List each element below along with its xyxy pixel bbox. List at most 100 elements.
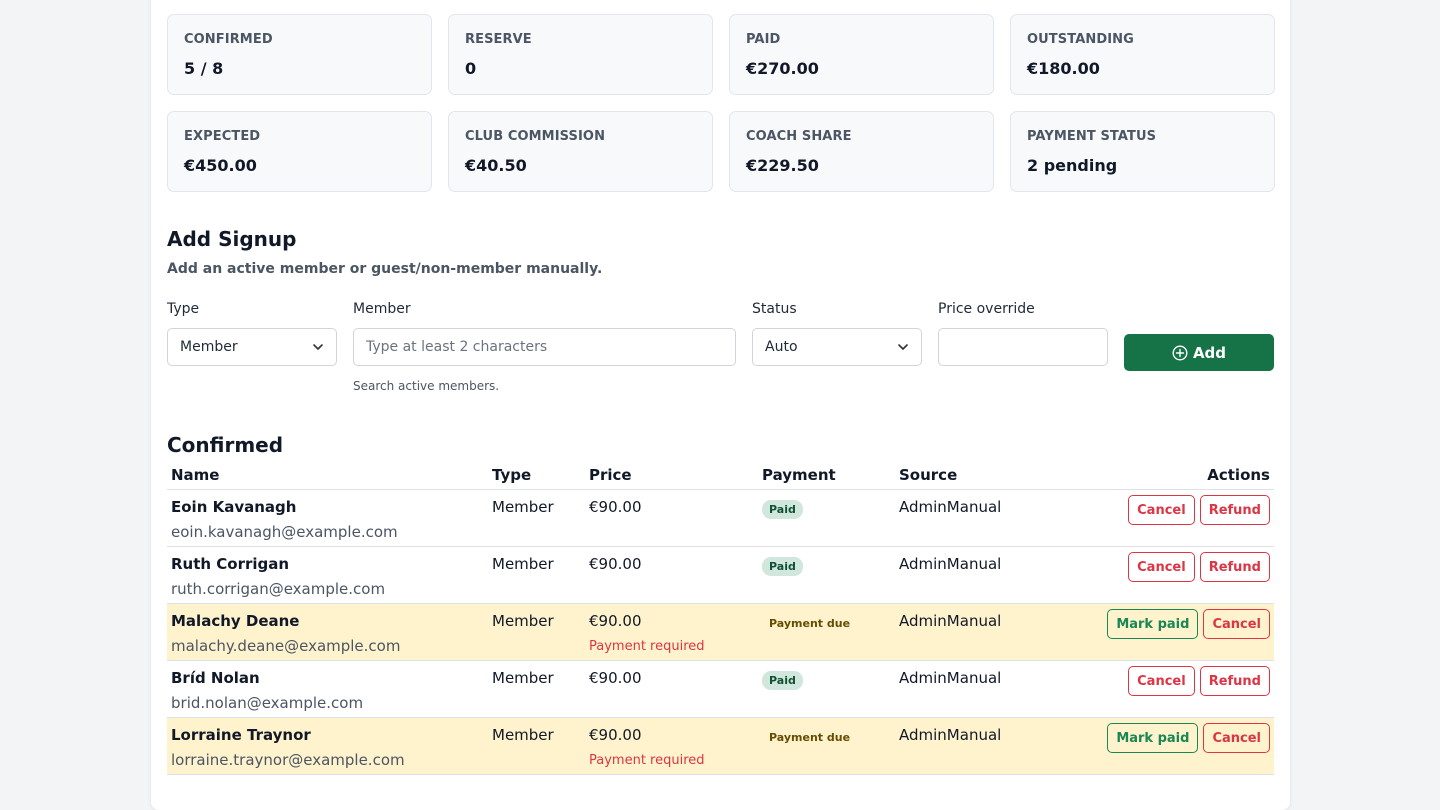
add-signup-subtitle: Add an active member or guest/non-member… xyxy=(167,261,603,277)
refund-button[interactable]: Refund xyxy=(1199,495,1270,525)
signup-email: malachy.deane@example.com xyxy=(171,637,401,655)
signup-price: €90.00 xyxy=(589,669,642,687)
chevron-down-icon xyxy=(313,344,323,350)
signup-name: Eoin Kavanagh xyxy=(171,498,297,516)
stat-value: 0 xyxy=(465,59,477,78)
stat-label: CONFIRMED xyxy=(184,32,273,47)
stat-value: €40.50 xyxy=(465,156,527,175)
cancel-button[interactable]: Cancel xyxy=(1128,495,1195,525)
stat-coach-share: COACH SHARE €229.50 xyxy=(729,111,994,192)
cancel-button[interactable]: Cancel xyxy=(1203,609,1270,639)
refund-button[interactable]: Refund xyxy=(1199,552,1270,582)
stat-label: CLUB COMMISSION xyxy=(465,129,606,144)
signup-source: AdminManual xyxy=(899,726,1002,744)
cancel-button[interactable]: Cancel xyxy=(1203,723,1270,753)
stat-label: PAYMENT STATUS xyxy=(1027,129,1157,144)
payment-required-note: Payment required xyxy=(589,639,705,654)
signup-panel: CONFIRMED 5 / 8 RESERVE 0 PAID €270.00 O… xyxy=(151,0,1290,810)
signup-type: Member xyxy=(492,612,554,630)
stat-club-commission: CLUB COMMISSION €40.50 xyxy=(448,111,713,192)
payment-badge: Payment due xyxy=(769,617,851,630)
refund-button[interactable]: Refund xyxy=(1199,666,1270,696)
chevron-down-icon xyxy=(898,344,908,350)
payment-badge: Paid xyxy=(762,671,803,690)
add-button-label: Add xyxy=(1192,343,1227,362)
col-source: Source xyxy=(899,466,958,484)
signup-email: ruth.corrigan@example.com xyxy=(171,580,386,598)
status-select[interactable]: Auto xyxy=(752,328,922,366)
col-name: Name xyxy=(171,466,220,484)
col-price: Price xyxy=(589,466,632,484)
signup-type: Member xyxy=(492,726,554,744)
signup-type: Member xyxy=(492,498,554,516)
stat-value: 5 / 8 xyxy=(184,59,224,78)
type-select[interactable]: Member xyxy=(167,328,337,366)
signup-type: Member xyxy=(492,555,554,573)
col-actions: Actions xyxy=(1207,466,1270,484)
signup-source: AdminManual xyxy=(899,669,1002,687)
payment-badge: Paid xyxy=(762,557,803,576)
confirmed-title: Confirmed xyxy=(167,433,284,457)
stat-label: OUTSTANDING xyxy=(1027,32,1134,47)
stat-label: EXPECTED xyxy=(184,129,261,144)
stat-paid: PAID €270.00 xyxy=(729,14,994,95)
price-override-label: Price override xyxy=(938,301,1035,317)
payment-badge: Payment due xyxy=(769,731,851,744)
signup-type: Member xyxy=(492,669,554,687)
table-row: Eoin Kavanagh eoin.kavanagh@example.com … xyxy=(167,490,1274,547)
signup-source: AdminManual xyxy=(899,498,1002,516)
stat-value: €450.00 xyxy=(184,156,257,175)
mark-paid-button[interactable]: Mark paid xyxy=(1107,723,1199,753)
cancel-button[interactable]: Cancel xyxy=(1128,552,1195,582)
payment-required-note: Payment required xyxy=(589,753,705,768)
payment-badge: Paid xyxy=(762,500,803,519)
col-type: Type xyxy=(492,466,532,484)
signup-name: Bríd Nolan xyxy=(171,669,260,687)
stat-outstanding: OUTSTANDING €180.00 xyxy=(1010,14,1275,95)
confirmed-table: Name Type Price Payment Source Actions E… xyxy=(167,464,1274,775)
row-actions: Cancel Refund xyxy=(1128,666,1270,696)
mark-paid-button[interactable]: Mark paid xyxy=(1107,609,1199,639)
member-search-input[interactable] xyxy=(353,328,736,366)
add-signup-title: Add Signup xyxy=(167,227,297,251)
cancel-button[interactable]: Cancel xyxy=(1128,666,1195,696)
signup-email: eoin.kavanagh@example.com xyxy=(171,523,398,541)
add-signup-button[interactable]: Add xyxy=(1124,334,1274,371)
status-select-value: Auto xyxy=(765,339,798,355)
signup-price: €90.00 xyxy=(589,612,642,630)
type-label: Type xyxy=(167,301,200,317)
stat-payment-status: PAYMENT STATUS 2 pending xyxy=(1010,111,1275,192)
signup-source: AdminManual xyxy=(899,555,1002,573)
signup-price: €90.00 xyxy=(589,726,642,744)
table-row: Bríd Nolan brid.nolan@example.com Member… xyxy=(167,661,1274,718)
stat-value: €180.00 xyxy=(1027,59,1100,78)
stat-label: COACH SHARE xyxy=(746,129,852,144)
signup-source: AdminManual xyxy=(899,612,1002,630)
stat-value: 2 pending xyxy=(1027,156,1118,175)
signup-name: Lorraine Traynor xyxy=(171,726,311,744)
row-actions: Mark paid Cancel xyxy=(1107,723,1270,753)
stat-value: €229.50 xyxy=(746,156,819,175)
table-header: Name Type Price Payment Source Actions xyxy=(167,464,1274,490)
status-label: Status xyxy=(752,301,797,317)
signup-email: brid.nolan@example.com xyxy=(171,694,364,712)
stats-grid: CONFIRMED 5 / 8 RESERVE 0 PAID €270.00 O… xyxy=(167,14,1275,192)
signup-price: €90.00 xyxy=(589,498,642,516)
price-override-input[interactable] xyxy=(938,328,1108,366)
col-payment: Payment xyxy=(762,466,836,484)
signup-name: Malachy Deane xyxy=(171,612,300,630)
row-actions: Cancel Refund xyxy=(1128,495,1270,525)
stat-value: €270.00 xyxy=(746,59,819,78)
table-row: Ruth Corrigan ruth.corrigan@example.com … xyxy=(167,547,1274,604)
row-actions: Mark paid Cancel xyxy=(1107,609,1270,639)
signup-price: €90.00 xyxy=(589,555,642,573)
type-select-value: Member xyxy=(180,339,238,355)
plus-circle-icon xyxy=(1172,344,1188,361)
stat-label: RESERVE xyxy=(465,32,532,47)
signup-email: lorraine.traynor@example.com xyxy=(171,751,405,769)
table-row: Malachy Deane malachy.deane@example.com … xyxy=(167,604,1274,661)
row-actions: Cancel Refund xyxy=(1128,552,1270,582)
stat-expected: EXPECTED €450.00 xyxy=(167,111,432,192)
member-help-text: Search active members. xyxy=(353,379,500,393)
stat-reserve: RESERVE 0 xyxy=(448,14,713,95)
